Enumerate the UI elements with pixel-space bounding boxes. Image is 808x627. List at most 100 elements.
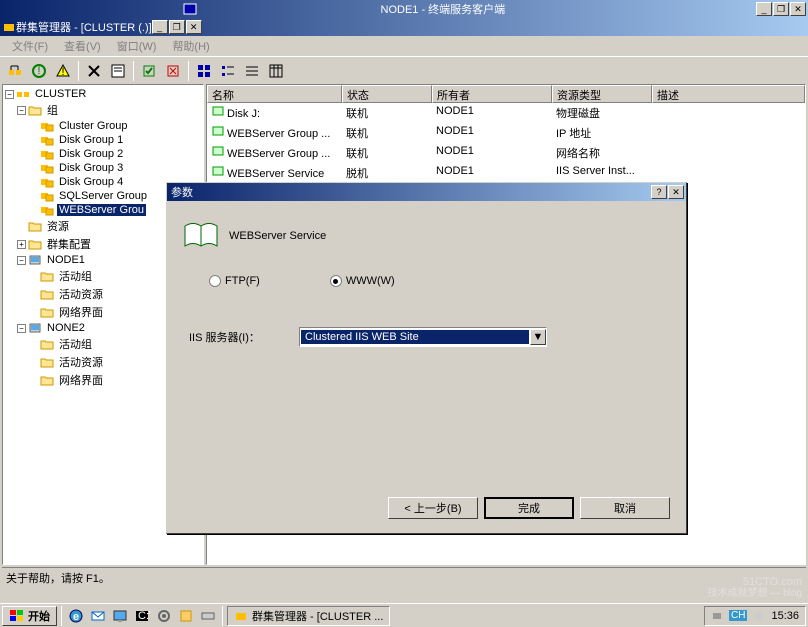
col-owner[interactable]: 所有者 (432, 85, 552, 103)
col-type[interactable]: 资源类型 (552, 85, 652, 103)
back-button[interactable]: < 上一步(B) (388, 497, 478, 519)
iis-server-combo[interactable]: Clustered IIS WEB Site ▼ (299, 327, 547, 347)
ql-desktop[interactable] (110, 606, 130, 626)
folder-icon (40, 356, 54, 368)
svg-text:C:\: C:\ (138, 610, 150, 622)
finish-button[interactable]: 完成 (484, 497, 574, 519)
ql-admin[interactable] (176, 606, 196, 626)
tb-view-large[interactable] (193, 60, 215, 82)
list-row[interactable]: WEBServer Group ... 联机 NODE1 IP 地址 (207, 123, 805, 143)
tree-toggle[interactable]: − (17, 324, 26, 333)
tree-node2-item[interactable]: 网络界面 (57, 372, 105, 388)
group-icon (40, 190, 54, 202)
tree-toggle[interactable]: − (17, 106, 26, 115)
iis-server-label: IIS 服务器(I)： (189, 329, 299, 345)
tree-toggle[interactable]: + (17, 240, 26, 249)
tray-icon[interactable] (711, 610, 723, 622)
list-row[interactable]: Disk J: 联机 NODE1 物理磁盘 (207, 103, 805, 123)
menu-help[interactable]: 帮助(H) (164, 36, 217, 56)
tree-resources[interactable]: 资源 (45, 218, 71, 234)
system-tray[interactable]: CH 15:36 (704, 606, 806, 626)
inner-minimize-button[interactable]: _ (152, 20, 168, 34)
cancel-button[interactable]: 取消 (580, 497, 670, 519)
col-desc[interactable]: 描述 (652, 85, 805, 103)
group-icon (40, 134, 54, 146)
group-icon (40, 148, 54, 160)
tree-node1[interactable]: NODE1 (45, 254, 87, 266)
resource-icon (211, 165, 225, 177)
menu-view[interactable]: 查看(V) (56, 36, 109, 56)
tb-btn-7[interactable] (162, 60, 184, 82)
tree-toggle[interactable]: − (17, 256, 26, 265)
tree-node1-item[interactable]: 活动组 (57, 268, 94, 284)
tray-icon[interactable] (753, 610, 765, 622)
start-button[interactable]: 开始 (2, 606, 57, 626)
folder-icon (40, 338, 54, 350)
tb-btn-6[interactable] (138, 60, 160, 82)
tree-node2-item[interactable]: 活动组 (57, 336, 94, 352)
maximize-button[interactable]: ❐ (773, 2, 789, 16)
chevron-down-icon[interactable]: ▼ (530, 329, 546, 345)
ql-disk[interactable] (198, 606, 218, 626)
inner-close-button[interactable]: ✕ (186, 20, 202, 34)
minimize-button[interactable]: _ (756, 2, 772, 16)
col-status[interactable]: 状态 (342, 85, 432, 103)
ql-outlook[interactable] (88, 606, 108, 626)
tb-view-details[interactable] (265, 60, 287, 82)
tree-group-item[interactable]: Disk Group 4 (57, 176, 125, 188)
dialog-help-button[interactable]: ? (651, 185, 667, 199)
folder-icon (40, 374, 54, 386)
clock[interactable]: 15:36 (771, 610, 799, 622)
ql-services[interactable] (154, 606, 174, 626)
col-name[interactable]: 名称 (207, 85, 342, 103)
menu-window[interactable]: 窗口(W) (109, 36, 165, 56)
toolbar: ! ! (0, 56, 808, 84)
radio-ftp[interactable]: FTP(F) (209, 275, 260, 287)
tree-group-item[interactable]: Disk Group 1 (57, 134, 125, 146)
tree-toggle[interactable]: − (5, 90, 14, 99)
tb-view-list[interactable] (241, 60, 263, 82)
cluster-app-icon (234, 609, 248, 623)
tree-group-item[interactable]: SQLServer Group (57, 190, 149, 202)
outer-title: NODE1 - 终端服务客户端 (381, 1, 757, 17)
inner-restore-button[interactable]: ❐ (169, 20, 185, 34)
menu-bar: 文件(F) 查看(V) 窗口(W) 帮助(H) (0, 36, 808, 56)
group-icon (40, 162, 54, 174)
tb-btn-2[interactable]: ! (28, 60, 50, 82)
windows-logo-icon (9, 609, 25, 623)
tree-groups[interactable]: 组 (45, 102, 60, 118)
ime-indicator[interactable]: CH (729, 610, 747, 621)
tree-group-item[interactable]: Disk Group 3 (57, 162, 125, 174)
list-row[interactable]: WEBServer Group ... 联机 NODE1 网络名称 (207, 143, 805, 163)
tree-node2-item[interactable]: 活动资源 (57, 354, 105, 370)
list-row[interactable]: WEBServer Service 脱机 NODE1 IIS Server In… (207, 163, 805, 183)
radio-www[interactable]: WWW(W) (330, 275, 395, 287)
dialog-close-button[interactable]: ✕ (668, 185, 684, 199)
tb-btn-3[interactable]: ! (52, 60, 74, 82)
params-dialog: 参数 ?✕ WEBServer Service FTP(F) WWW(W) II… (166, 182, 687, 534)
tree-node2[interactable]: NONE2 (45, 322, 87, 334)
ql-cmd[interactable]: C:\ (132, 606, 152, 626)
tree-group-item[interactable]: Disk Group 2 (57, 148, 125, 160)
tb-btn-1[interactable] (4, 60, 26, 82)
inner-title: 群集管理器 - [CLUSTER (.)] (16, 19, 152, 35)
group-icon (40, 204, 54, 216)
ql-ie[interactable]: e (66, 606, 86, 626)
tree-group-item[interactable]: Cluster Group (57, 120, 129, 132)
folder-icon (40, 306, 54, 318)
tb-btn-delete[interactable] (83, 60, 105, 82)
tree-node1-item[interactable]: 活动资源 (57, 286, 105, 302)
tree-cluster[interactable]: CLUSTER (33, 88, 88, 100)
tb-btn-props[interactable] (107, 60, 129, 82)
cluster-app-icon (2, 20, 16, 34)
close-button[interactable]: ✕ (790, 2, 806, 16)
taskbar-task[interactable]: 群集管理器 - [CLUSTER ... (227, 606, 390, 626)
tree-group-item-selected[interactable]: WEBServer Grou (57, 204, 146, 216)
folder-icon (40, 270, 54, 282)
menu-file[interactable]: 文件(F) (4, 36, 56, 56)
tree-node1-item[interactable]: 网络界面 (57, 304, 105, 320)
group-icon (40, 176, 54, 188)
server-icon (28, 322, 42, 334)
tree-config[interactable]: 群集配置 (45, 236, 93, 252)
tb-view-small[interactable] (217, 60, 239, 82)
